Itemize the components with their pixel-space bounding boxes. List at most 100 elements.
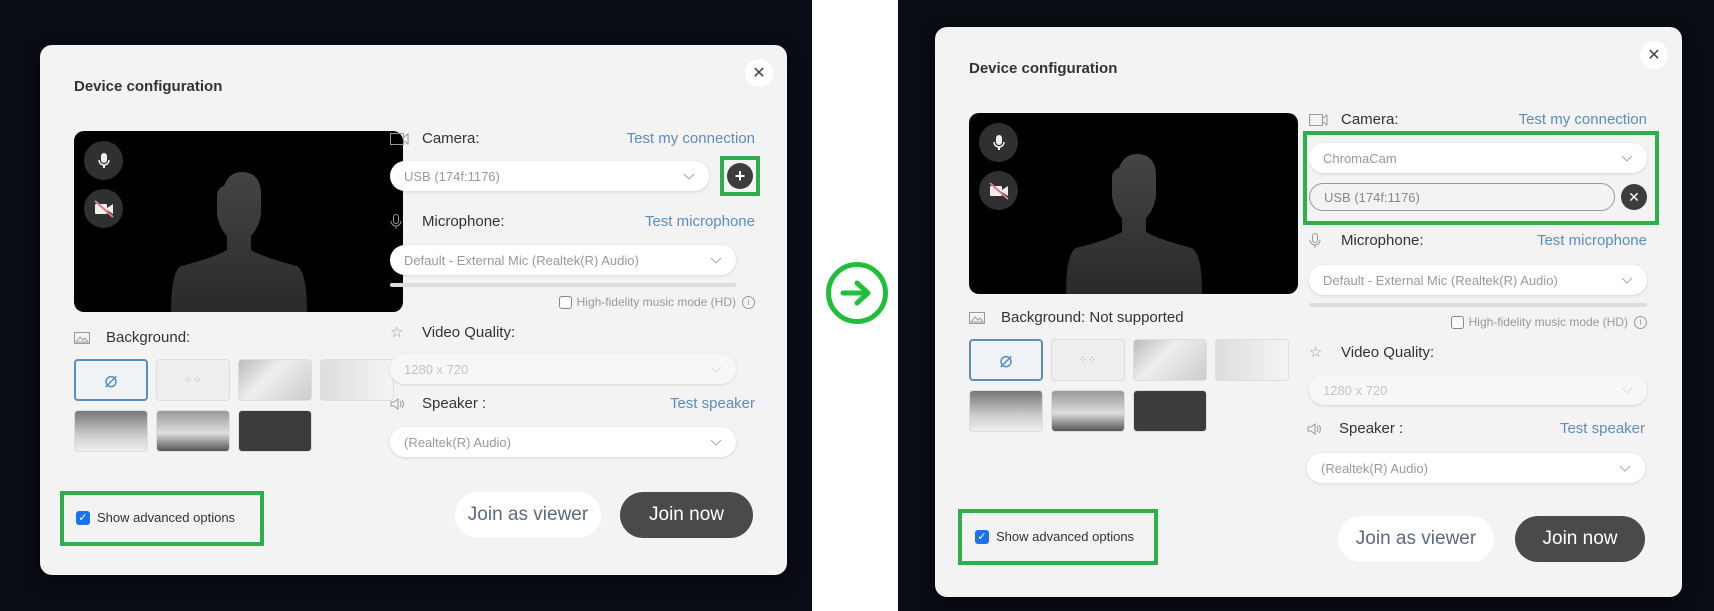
test-speaker-link[interactable]: Test speaker (1560, 420, 1645, 437)
microphone-select-value: Default - External Mic (Realtek(R) Audio… (1323, 272, 1558, 288)
microphone-select[interactable]: Default - External Mic (Realtek(R) Audio… (390, 245, 736, 275)
close-button[interactable]: ✕ (745, 59, 773, 87)
mic-toggle-button[interactable] (979, 123, 1018, 162)
video-quality-value: 1280 x 720 (1323, 382, 1388, 398)
camera-select[interactable]: ChromaCam (1309, 143, 1647, 173)
chevron-down-icon (1621, 155, 1633, 162)
camera-off-icon (988, 181, 1009, 200)
info-icon[interactable]: i (1634, 315, 1647, 329)
background-label-row: Background: Not supported (969, 309, 1184, 326)
advanced-options-label: Show advanced options (97, 510, 236, 525)
sparkle-star-icon: ☆ (390, 324, 404, 341)
video-quality-select[interactable]: 1280 x 720 (390, 354, 736, 384)
dialog-title: Device configuration (74, 78, 223, 95)
microphone-outline-icon (1309, 232, 1331, 249)
bg-tile-beach[interactable] (74, 410, 148, 452)
chevron-down-icon (683, 173, 695, 180)
person-silhouette (171, 171, 307, 312)
sparkle-star-icon: ☆ (1309, 344, 1323, 361)
image-icon (969, 311, 991, 324)
camera-select[interactable]: USB (174f:1176) (390, 161, 709, 191)
camera-select-value: USB (174f:1176) (404, 168, 500, 184)
camera-label-row: Camera: (390, 130, 480, 147)
test-connection-link[interactable]: Test my connection (627, 130, 755, 147)
camera-toggle-button[interactable] (84, 189, 123, 228)
bg-tile-room[interactable] (1133, 339, 1207, 381)
plus-icon: + (734, 165, 746, 186)
bg-tile-blur[interactable]: ⁘⁘ (1051, 339, 1125, 381)
bg-tile-window-beach[interactable] (1051, 390, 1125, 432)
test-connection-link[interactable]: Test my connection (1519, 111, 1647, 128)
device-config-dialog-after: Device configuration ✕ Background: Not s… (935, 27, 1682, 597)
bg-tile-office[interactable] (1215, 339, 1289, 381)
camera-label: Camera: (422, 130, 480, 147)
advanced-options-checkbox[interactable]: ✓ (76, 510, 90, 525)
speaker-label: Speaker : (1339, 420, 1404, 437)
microphone-select[interactable]: Default - External Mic (Realtek(R) Audio… (1309, 265, 1647, 295)
video-preview (969, 113, 1298, 294)
none-icon: ⌀ (999, 347, 1013, 372)
advanced-options[interactable]: ✓ Show advanced options (76, 510, 235, 525)
mic-level-meter (390, 283, 736, 287)
join-now-button[interactable]: Join now (1515, 516, 1645, 562)
x-icon: ✕ (1628, 188, 1640, 205)
speaker-icon (1307, 422, 1329, 435)
chevron-down-icon (1621, 277, 1633, 284)
hifi-checkbox[interactable] (1450, 315, 1464, 329)
bg-tile-office[interactable] (320, 359, 394, 401)
background-label: Background: Not supported (1001, 309, 1184, 326)
chevron-down-icon (1619, 465, 1631, 472)
remove-camera-button[interactable]: ✕ (1621, 184, 1647, 210)
chevron-down-icon (710, 439, 722, 446)
person-silhouette (1066, 153, 1202, 294)
speaker-select[interactable]: (Realtek(R) Audio) (390, 427, 736, 457)
hifi-checkbox[interactable] (558, 295, 572, 309)
chevron-down-icon (1621, 387, 1633, 394)
hifi-option: High-fidelity music mode (HD) i (558, 295, 755, 309)
join-as-viewer-button[interactable]: Join as viewer (455, 492, 601, 538)
microphone-icon (992, 134, 1005, 150)
bg-tile-dark-texture[interactable] (1133, 390, 1207, 432)
microphone-select-value: Default - External Mic (Realtek(R) Audio… (404, 252, 639, 268)
advanced-options[interactable]: ✓ Show advanced options (975, 529, 1134, 544)
camera-secondary-field[interactable]: USB (174f:1176) (1309, 183, 1615, 211)
speaker-select[interactable]: (Realtek(R) Audio) (1307, 453, 1645, 483)
video-quality-label-row: ☆ Video Quality: (1309, 343, 1435, 362)
info-icon[interactable]: i (742, 295, 755, 309)
camera-secondary-value: USB (174f:1176) (1324, 189, 1420, 205)
bg-tile-window-beach[interactable] (156, 410, 230, 452)
microphone-label-row: Microphone: (390, 213, 505, 230)
add-camera-button[interactable]: + (727, 163, 753, 189)
speaker-label-row: Speaker : (390, 395, 486, 412)
bg-tile-none[interactable]: ⌀ (969, 339, 1043, 381)
blur-icon: ⁘⁘ (1078, 354, 1098, 366)
video-quality-select[interactable]: 1280 x 720 (1309, 375, 1647, 405)
video-quality-value: 1280 x 720 (404, 361, 469, 377)
close-icon: ✕ (752, 65, 766, 82)
bg-tile-none[interactable]: ⌀ (74, 359, 148, 401)
video-quality-label: Video Quality: (1341, 343, 1435, 361)
video-preview (74, 131, 403, 312)
speaker-label-row: Speaker : (1307, 420, 1403, 437)
camera-toggle-button[interactable] (979, 171, 1018, 210)
bg-tile-dark-texture[interactable] (238, 410, 312, 452)
advanced-options-checkbox[interactable]: ✓ (975, 529, 989, 544)
background-tiles: ⌀ ⁘⁘ (74, 359, 394, 452)
microphone-label: Microphone: (422, 213, 505, 230)
test-speaker-link[interactable]: Test speaker (670, 395, 755, 412)
join-now-button[interactable]: Join now (620, 492, 753, 538)
bg-tile-room[interactable] (238, 359, 312, 401)
none-icon: ⌀ (104, 367, 118, 392)
test-microphone-link[interactable]: Test microphone (645, 213, 755, 230)
mic-toggle-button[interactable] (84, 141, 123, 180)
bg-tile-blur[interactable]: ⁘⁘ (156, 359, 230, 401)
microphone-outline-icon (390, 213, 412, 230)
device-config-dialog-before: Device configuration ✕ Background: ⌀ ⁘⁘ … (40, 45, 787, 575)
camera-select-value: ChromaCam (1323, 150, 1397, 166)
hifi-option: High-fidelity music mode (HD) i (1450, 315, 1647, 329)
join-as-viewer-button[interactable]: Join as viewer (1338, 516, 1494, 562)
test-microphone-link[interactable]: Test microphone (1537, 232, 1647, 249)
close-button[interactable]: ✕ (1640, 41, 1668, 69)
bg-tile-beach[interactable] (969, 390, 1043, 432)
arrow-right-circle-icon (826, 262, 888, 324)
